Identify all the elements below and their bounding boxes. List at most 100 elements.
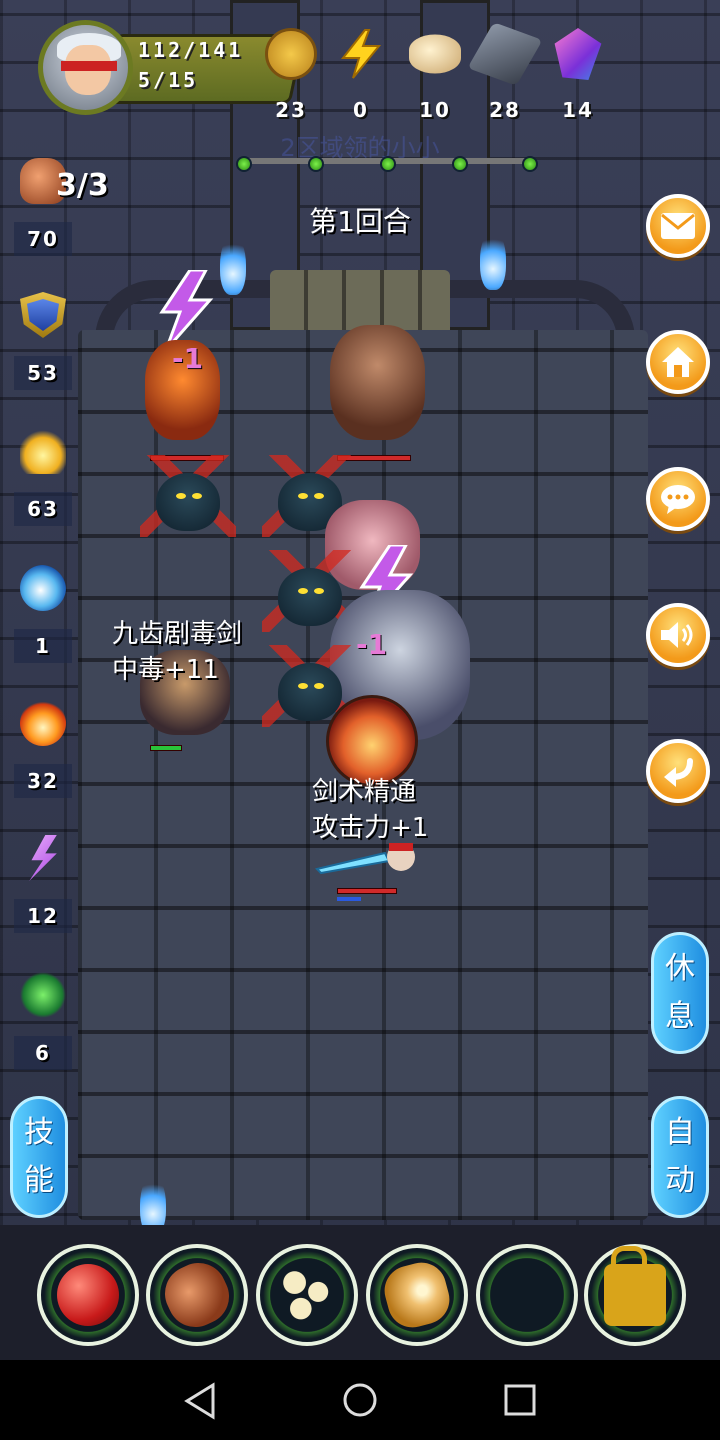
nav-recents-icon[interactable] [504, 1384, 536, 1416]
resource-iron[interactable]: 28 [467, 22, 543, 128]
combat-text-effect: 中毒+11 [112, 655, 219, 685]
combat-text-poison: 九齿剧毒剑 中毒+11 [112, 616, 242, 688]
bat-body [156, 473, 220, 531]
item-slot-beans[interactable] [256, 1244, 358, 1346]
bat-eye [298, 493, 308, 499]
item-slot-empty[interactable] [476, 1244, 578, 1346]
crystal-gem-icon [554, 28, 602, 80]
water-wave-icon [20, 565, 66, 611]
rest-label-2: 息 [665, 999, 695, 1034]
energy-bolt-icon [335, 28, 387, 80]
resource-dough[interactable]: 10 [402, 28, 468, 128]
stat-power: 63 [14, 428, 72, 526]
flame-up-icon [20, 428, 66, 474]
stat-value: 63 [14, 492, 72, 526]
hero-hp-bar [337, 888, 397, 894]
lock-icon [604, 1246, 666, 1326]
minotaur-enemy[interactable] [330, 325, 425, 440]
item-slot-apple[interactable] [37, 1244, 139, 1346]
auto-button[interactable]: 自 动 [651, 1096, 709, 1218]
gold-coin-icon [265, 28, 317, 80]
progress-node [522, 156, 538, 172]
combat-text-skill: 九齿剧毒剑 [112, 619, 243, 649]
resource-value: 28 [489, 98, 521, 122]
resource-value: 10 [419, 98, 451, 122]
round-label: 第1回合 [309, 205, 411, 238]
chat-icon [661, 485, 695, 514]
back-icon [664, 758, 693, 787]
back-button[interactable] [646, 739, 710, 803]
combat-text-skill: 剑术精通 [312, 777, 417, 807]
resource-gold[interactable]: 23 [258, 28, 324, 128]
item-slot-locked[interactable] [584, 1244, 686, 1346]
bat-eye [176, 493, 186, 499]
stat-defense: 53 [14, 292, 72, 390]
resource-value: 23 [275, 98, 307, 122]
game-stage: 112/141 5/15 23 0 10 28 14 2区域领的小小 第1回合 … [0, 0, 720, 1360]
resource-value: 14 [562, 98, 594, 122]
resource-gem[interactable]: 14 [545, 28, 611, 128]
stat-value: 70 [14, 222, 72, 256]
hero-mp-bar [337, 897, 361, 901]
hero-avatar[interactable] [38, 20, 133, 115]
progress-node [308, 156, 324, 172]
bat-body [278, 568, 342, 626]
stat-value: 32 [14, 764, 72, 798]
sound-icon [661, 622, 693, 648]
shadow-bat-enemy[interactable] [140, 455, 236, 537]
lightning-effect-icon [150, 268, 220, 351]
bat-body [278, 663, 342, 721]
auto-label-1: 自 [665, 1115, 695, 1150]
stat-value: 1 [14, 629, 72, 663]
bat-eye [298, 683, 308, 689]
enemy-hp-bar [150, 745, 182, 751]
bat-eye [314, 683, 324, 689]
bat-eye [314, 588, 324, 594]
item-slot-bread[interactable] [366, 1244, 468, 1346]
stat-water: 1 [14, 565, 72, 663]
home-icon [662, 347, 694, 377]
skill-label-1: 技 [24, 1115, 54, 1150]
skill-button[interactable]: 技 能 [10, 1096, 68, 1218]
stat-value: 6 [14, 1036, 72, 1070]
skill-label-2: 能 [24, 1163, 54, 1198]
bat-eye [192, 493, 202, 499]
progress-node [236, 156, 252, 172]
stat-fire: 32 [14, 700, 72, 798]
chat-button[interactable] [646, 467, 710, 531]
progress-node [380, 156, 396, 172]
damage-number: -1 [356, 628, 388, 661]
bat-eye [298, 588, 308, 594]
dough-icon [409, 34, 461, 74]
damage-number: -1 [172, 342, 204, 375]
nav-home-icon[interactable] [342, 1382, 378, 1418]
rest-button[interactable]: 休 息 [651, 932, 709, 1054]
hero-character[interactable] [315, 835, 425, 880]
stat-poison: 6 [14, 972, 72, 1070]
item-slot-meat[interactable] [146, 1244, 248, 1346]
mail-button[interactable] [646, 194, 710, 258]
apple-icon [57, 1264, 119, 1326]
hero-panel[interactable]: 112/141 5/15 [38, 20, 306, 115]
shield-icon [20, 292, 66, 338]
meat-icon [155, 1253, 239, 1337]
auto-label-2: 动 [665, 1163, 695, 1198]
progress-node [452, 156, 468, 172]
rest-label-1: 休 [665, 951, 695, 986]
sound-button[interactable] [646, 603, 710, 667]
fire-icon [20, 700, 66, 746]
hero-level: 5/15 [138, 68, 199, 92]
resource-energy[interactable]: 0 [328, 28, 394, 128]
home-button[interactable] [646, 330, 710, 394]
attack-count: 3/3 [56, 168, 109, 203]
beans-icon [276, 1264, 338, 1326]
system-nav-bar [0, 1360, 720, 1440]
lightning-icon [29, 835, 57, 881]
blue-torch-icon [220, 235, 246, 295]
stat-value: 53 [14, 356, 72, 390]
mail-icon [661, 213, 695, 239]
avatar-headband [61, 61, 117, 71]
nav-back-icon[interactable] [183, 1382, 217, 1420]
stat-lightning: 12 [14, 835, 72, 933]
stat-value: 12 [14, 899, 72, 933]
